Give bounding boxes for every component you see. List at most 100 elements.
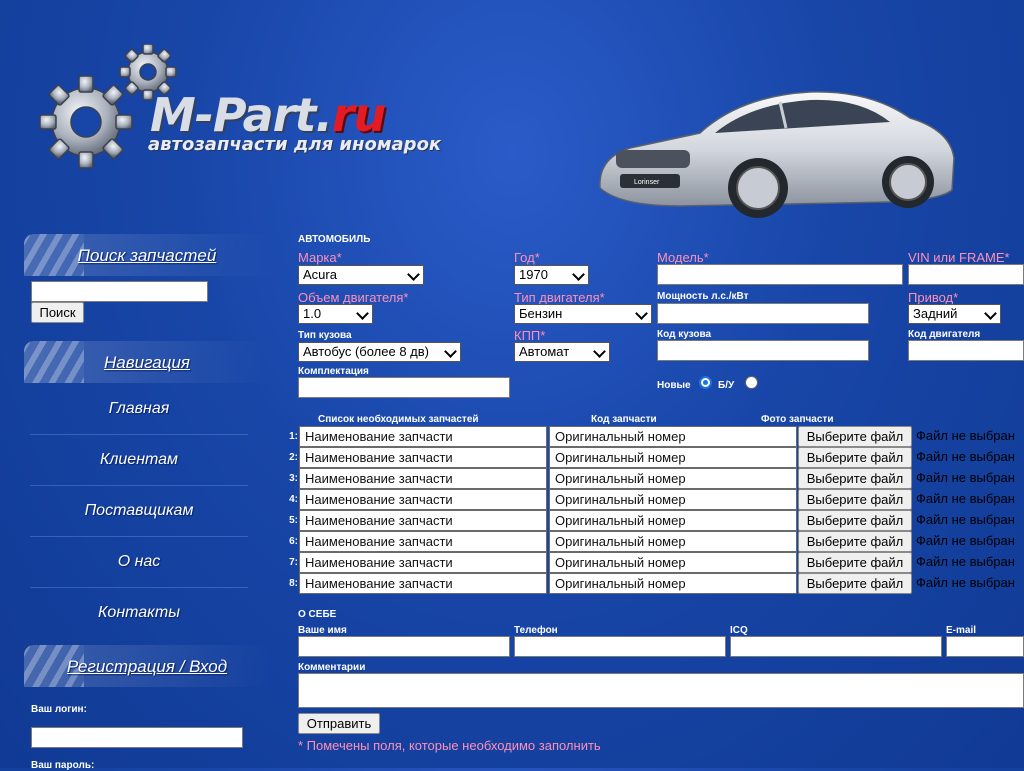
body-type-value: Автобус (более 8 дв)	[303, 344, 429, 359]
choose-file-button[interactable]: Выберите файл	[798, 573, 912, 594]
part-code-header: Код запчасти	[591, 414, 657, 425]
part-code-input[interactable]: Оригинальный номер	[549, 426, 797, 447]
sidebar-search-input[interactable]	[31, 281, 208, 302]
engine-volume-select[interactable]: 1.0	[298, 304, 373, 324]
engine-code-input[interactable]	[908, 340, 1024, 361]
choose-file-button[interactable]: Выберите файл	[798, 552, 912, 573]
row-number: 3:	[289, 473, 298, 484]
chevron-down-icon	[407, 268, 420, 281]
vin-label: VIN или FRAME*	[908, 250, 1010, 265]
new-label: Новые	[657, 380, 691, 391]
parts-list-header: Список необходимых запчастей	[318, 414, 479, 425]
part-code-input[interactable]: Оригинальный номер	[549, 510, 797, 531]
part-name-input[interactable]: Наименование запчасти	[299, 552, 547, 573]
nav-item-about[interactable]: О нас	[30, 537, 248, 588]
part-photo-header: Фото запчасти	[761, 414, 834, 425]
choose-file-button[interactable]: Выберите файл	[798, 447, 912, 468]
vin-input[interactable]	[908, 264, 1024, 285]
row-number: 5:	[289, 515, 298, 526]
nav-item-suppliers[interactable]: Поставщикам	[30, 486, 248, 537]
used-radio[interactable]	[745, 376, 758, 389]
name-input[interactable]	[298, 636, 510, 657]
year-select[interactable]: 1970	[514, 265, 589, 285]
part-code-input[interactable]: Оригинальный номер	[549, 468, 797, 489]
body-type-select[interactable]: Автобус (более 8 дв)	[298, 342, 461, 362]
chevron-down-icon	[356, 307, 369, 320]
engine-type-label: Тип двигателя*	[514, 290, 605, 305]
submit-button[interactable]: Отправить	[298, 713, 380, 734]
auth-section-title[interactable]: Регистрация / Вход	[24, 657, 270, 677]
search-section-header: Поиск запчастей	[24, 234, 270, 276]
engine-type-select[interactable]: Бензин	[514, 304, 652, 324]
part-code-input[interactable]: Оригинальный номер	[549, 447, 797, 468]
part-name-input[interactable]: Наименование запчасти	[299, 510, 547, 531]
model-input[interactable]	[657, 264, 903, 285]
password-label: Ваш пароль:	[31, 760, 95, 771]
used-label: Б/У	[718, 380, 735, 391]
no-file-text: Файл не выбран	[916, 554, 1015, 569]
row-number: 1:	[289, 431, 298, 442]
no-file-text: Файл не выбран	[916, 491, 1015, 506]
part-code-input[interactable]: Оригинальный номер	[549, 531, 797, 552]
chevron-down-icon	[572, 268, 585, 281]
search-section-title[interactable]: Поиск запчастей	[24, 246, 270, 266]
choose-file-button[interactable]: Выберите файл	[798, 489, 912, 510]
drive-value: Задний	[913, 306, 958, 321]
phone-label: Телефон	[514, 625, 558, 636]
navigation-section-title[interactable]: Навигация	[24, 353, 270, 373]
part-name-input[interactable]: Наименование запчасти	[299, 489, 547, 510]
icq-input[interactable]	[730, 636, 942, 657]
car-image: Lorinser	[599, 91, 955, 218]
email-label: E-mail	[946, 625, 977, 636]
part-name-input[interactable]: Наименование запчасти	[299, 531, 547, 552]
site-tagline: автозапчасти для иномарок	[148, 134, 442, 155]
new-radio[interactable]	[699, 376, 712, 389]
chevron-down-icon	[444, 345, 457, 358]
choose-file-button[interactable]: Выберите файл	[798, 426, 912, 447]
part-code-input[interactable]: Оригинальный номер	[549, 573, 797, 594]
choose-file-button[interactable]: Выберите файл	[798, 468, 912, 489]
phone-input[interactable]	[514, 636, 726, 657]
body-code-input[interactable]	[657, 340, 869, 361]
power-input[interactable]	[657, 303, 869, 324]
comments-textarea[interactable]	[298, 673, 1024, 708]
year-value: 1970	[519, 267, 548, 282]
login-input[interactable]	[31, 727, 243, 748]
no-file-text: Файл не выбран	[916, 512, 1015, 527]
comments-label: Комментарии	[298, 662, 366, 673]
equipment-input[interactable]	[298, 377, 510, 398]
engine-code-label: Код двигателя	[908, 329, 981, 340]
chevron-down-icon	[984, 307, 997, 320]
svg-text:Lorinser: Lorinser	[634, 179, 660, 186]
search-button[interactable]: Поиск	[31, 302, 84, 323]
engine-volume-value: 1.0	[303, 306, 322, 321]
choose-file-button[interactable]: Выберите файл	[798, 531, 912, 552]
nav-item-home[interactable]: Главная	[30, 384, 248, 435]
part-name-input[interactable]: Наименование запчасти	[299, 447, 547, 468]
navigation-section-header: Навигация	[24, 341, 270, 383]
make-value: Acura	[303, 267, 337, 282]
part-name-input[interactable]: Наименование запчасти	[299, 573, 547, 594]
power-label: Мощность л.с./кВт	[657, 291, 749, 302]
about-section-title: О СЕБЕ	[298, 609, 337, 620]
no-file-text: Файл не выбран	[916, 428, 1015, 443]
drive-select[interactable]: Задний	[908, 304, 1001, 324]
required-note: * Помечены поля, которые необходимо запо…	[298, 738, 601, 753]
login-label: Ваш логин:	[31, 704, 87, 715]
nav-item-contacts[interactable]: Контакты	[30, 588, 248, 638]
part-code-input[interactable]: Оригинальный номер	[549, 552, 797, 573]
choose-file-button[interactable]: Выберите файл	[798, 510, 912, 531]
model-label: Модель*	[657, 250, 709, 265]
auth-section-header: Регистрация / Вход	[24, 645, 270, 687]
email-input[interactable]	[946, 636, 1024, 657]
part-name-input[interactable]: Наименование запчасти	[299, 468, 547, 489]
nav-item-clients[interactable]: Клиентам	[30, 435, 248, 486]
gearbox-select[interactable]: Автомат	[514, 342, 610, 362]
part-code-input[interactable]: Оригинальный номер	[549, 489, 797, 510]
no-file-text: Файл не выбран	[916, 470, 1015, 485]
row-number: 2:	[289, 452, 298, 463]
make-label: Марка*	[298, 250, 342, 265]
part-name-input[interactable]: Наименование запчасти	[299, 426, 547, 447]
make-select[interactable]: Acura	[298, 265, 424, 285]
engine-volume-label: Объем двигателя*	[298, 290, 409, 305]
